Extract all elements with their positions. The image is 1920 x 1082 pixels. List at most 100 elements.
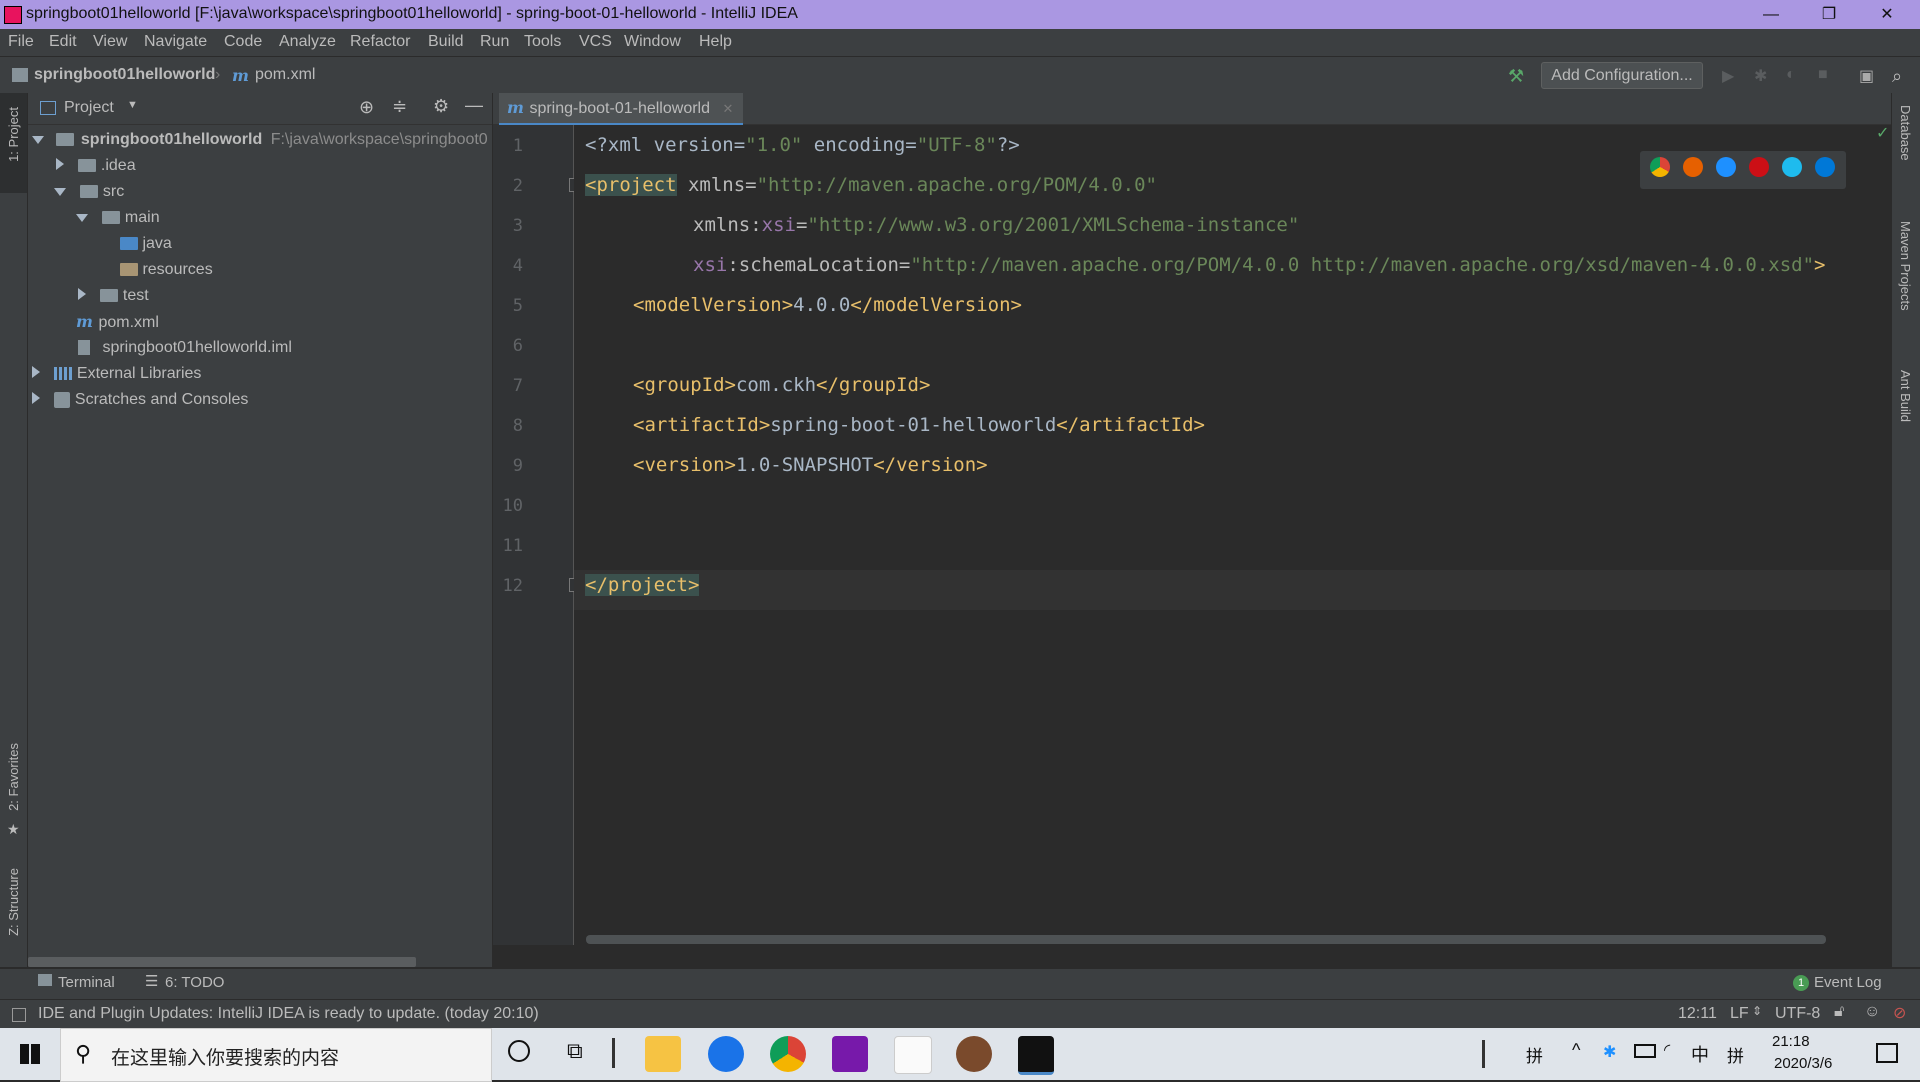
- edge-taskbar-icon[interactable]: [708, 1036, 744, 1072]
- editor-hscrollbar[interactable]: [586, 935, 1826, 944]
- ime-mode-2[interactable]: 拼: [1727, 1042, 1744, 1067]
- search-everywhere-icon[interactable]: ⌕: [1892, 66, 1902, 87]
- menu-navigate[interactable]: Navigate: [144, 33, 207, 51]
- menu-file[interactable]: File: [8, 33, 34, 51]
- menu-build[interactable]: Build: [428, 33, 464, 51]
- chrome-taskbar-icon[interactable]: [770, 1036, 806, 1072]
- safari-icon[interactable]: [1716, 157, 1736, 177]
- internet-explorer-icon[interactable]: [1782, 157, 1802, 177]
- menu-analyze[interactable]: Analyze: [279, 33, 336, 51]
- ime-language[interactable]: 中: [1691, 1041, 1709, 1067]
- tree-item-scratches[interactable]: Scratches and Consoles: [32, 387, 248, 413]
- tree-item-idea[interactable]: .idea: [56, 153, 136, 179]
- expanded-arrow-icon[interactable]: [76, 214, 88, 222]
- edge-icon[interactable]: [1815, 157, 1835, 177]
- expanded-arrow-icon[interactable]: [32, 136, 44, 144]
- close-tab-icon[interactable]: ✕: [722, 101, 733, 116]
- windows-start-icon[interactable]: [20, 1044, 40, 1064]
- event-log-button[interactable]: Event Log: [1814, 974, 1882, 991]
- project-hscrollbar[interactable]: [28, 957, 416, 967]
- collapsed-arrow-icon[interactable]: [78, 288, 86, 300]
- menu-refactor[interactable]: Refactor: [350, 33, 410, 51]
- run-icon[interactable]: ▶: [1722, 66, 1734, 86]
- menu-view[interactable]: View: [93, 33, 127, 51]
- project-tool-tab[interactable]: 1: Project: [0, 93, 27, 193]
- code-token: =: [795, 214, 808, 236]
- stop-icon[interactable]: ■: [1818, 66, 1828, 84]
- chrome-icon[interactable]: [1650, 157, 1670, 177]
- tree-item-project-root[interactable]: springboot01helloworld F:\java\workspace…: [32, 127, 488, 153]
- tree-item-pom[interactable]: m pom.xml: [76, 309, 159, 335]
- battery-icon[interactable]: [1634, 1044, 1656, 1058]
- collapse-all-icon[interactable]: ≑: [392, 96, 407, 117]
- power-save-icon[interactable]: ⊘: [1893, 1003, 1906, 1023]
- wifi-icon[interactable]: ◜: [1664, 1040, 1670, 1060]
- lock-icon[interactable]: 🔓︎: [1834, 1003, 1844, 1021]
- tree-item-iml[interactable]: springboot01helloworld.iml: [78, 335, 292, 361]
- taskbar-search-box[interactable]: ⚲ 在这里输入你要搜索的内容: [60, 1028, 492, 1082]
- collapsed-arrow-icon[interactable]: [32, 392, 40, 404]
- add-configuration-button[interactable]: Add Configuration...: [1541, 62, 1703, 89]
- intellij-taskbar-icon[interactable]: [1018, 1036, 1054, 1075]
- expanded-arrow-icon[interactable]: [54, 188, 66, 196]
- opera-icon[interactable]: [1749, 157, 1769, 177]
- locate-target-icon[interactable]: ⊕: [359, 97, 374, 118]
- build-hammer-icon[interactable]: ⚒: [1508, 66, 1524, 87]
- firefox-icon[interactable]: [1683, 157, 1703, 177]
- code-editor[interactable]: <?xml version="1.0" encoding="UTF-8"?> <…: [574, 125, 1890, 945]
- debug-icon[interactable]: ✱: [1754, 66, 1767, 86]
- chevron-down-icon[interactable]: ▼: [127, 99, 138, 111]
- ant-build-tool-label[interactable]: Ant Build: [1898, 370, 1913, 422]
- breadcrumb-file[interactable]: pom.xml: [255, 66, 315, 84]
- breadcrumb-project[interactable]: springboot01helloworld: [34, 66, 215, 84]
- database-tool-label[interactable]: Database: [1898, 105, 1913, 161]
- cortana-icon[interactable]: [508, 1040, 530, 1062]
- tree-item-src[interactable]: src: [54, 179, 124, 205]
- tree-item-test[interactable]: test: [78, 283, 149, 309]
- tree-item-external-libraries[interactable]: External Libraries: [32, 361, 201, 387]
- maven-projects-tool-label[interactable]: Maven Projects: [1898, 221, 1913, 311]
- terminal-tool-button[interactable]: Terminal: [58, 974, 115, 991]
- hector-icon[interactable]: ☺︎: [1864, 1003, 1880, 1021]
- favorites-tool-label[interactable]: 2: Favorites: [6, 743, 21, 811]
- menu-help[interactable]: Help: [699, 33, 732, 51]
- show-hidden-icons-icon[interactable]: ^: [1572, 1040, 1580, 1061]
- file-explorer-icon[interactable]: [645, 1036, 681, 1072]
- coverage-icon[interactable]: ◐: [1786, 66, 1796, 84]
- restore-button[interactable]: ❐: [1806, 2, 1852, 28]
- todo-tool-button[interactable]: 6: TODO: [165, 974, 224, 991]
- menu-run[interactable]: Run: [480, 33, 509, 51]
- structure-tool-label[interactable]: Z: Structure: [6, 868, 21, 936]
- menu-code[interactable]: Code: [224, 33, 262, 51]
- notification-center-icon[interactable]: [1876, 1043, 1898, 1063]
- minimize-button[interactable]: —: [1748, 2, 1794, 28]
- ime-mode-1[interactable]: 拼: [1526, 1042, 1543, 1067]
- clock-time[interactable]: 21:18: [1772, 1033, 1810, 1050]
- hide-panel-icon[interactable]: —: [465, 95, 483, 116]
- status-message[interactable]: IDE and Plugin Updates: IntelliJ IDEA is…: [38, 1005, 539, 1023]
- avatar-app-icon[interactable]: [956, 1036, 992, 1072]
- caret-position[interactable]: 12:11: [1678, 1005, 1717, 1023]
- task-view-icon[interactable]: ⧉: [567, 1038, 583, 1064]
- collapsed-arrow-icon[interactable]: [56, 158, 64, 170]
- line-separator[interactable]: LF: [1730, 1005, 1749, 1023]
- gear-icon[interactable]: ⚙: [433, 96, 449, 117]
- project-view-selector[interactable]: Project: [64, 99, 114, 117]
- toggle-tool-windows-icon[interactable]: [12, 1008, 26, 1022]
- clock-date[interactable]: 2020/3/6: [1774, 1055, 1832, 1072]
- file-encoding[interactable]: UTF-8: [1775, 1005, 1820, 1023]
- tray-app-icon[interactable]: ✱: [1603, 1042, 1616, 1062]
- tree-item-java[interactable]: java: [120, 231, 172, 257]
- tree-item-resources[interactable]: resources: [120, 257, 213, 283]
- close-button[interactable]: ✕: [1864, 2, 1910, 28]
- project-structure-icon[interactable]: ▣: [1859, 66, 1874, 86]
- tree-item-main[interactable]: main: [76, 205, 160, 231]
- menu-edit[interactable]: Edit: [49, 33, 77, 51]
- typora-icon[interactable]: [894, 1036, 932, 1074]
- menu-vcs[interactable]: VCS: [579, 33, 612, 51]
- menu-tools[interactable]: Tools: [524, 33, 561, 51]
- menu-window[interactable]: Window: [624, 33, 681, 51]
- collapsed-arrow-icon[interactable]: [32, 366, 40, 378]
- onenote-icon[interactable]: [832, 1036, 868, 1072]
- tab-pom-xml[interactable]: m spring-boot-01-helloworld ✕: [499, 93, 744, 126]
